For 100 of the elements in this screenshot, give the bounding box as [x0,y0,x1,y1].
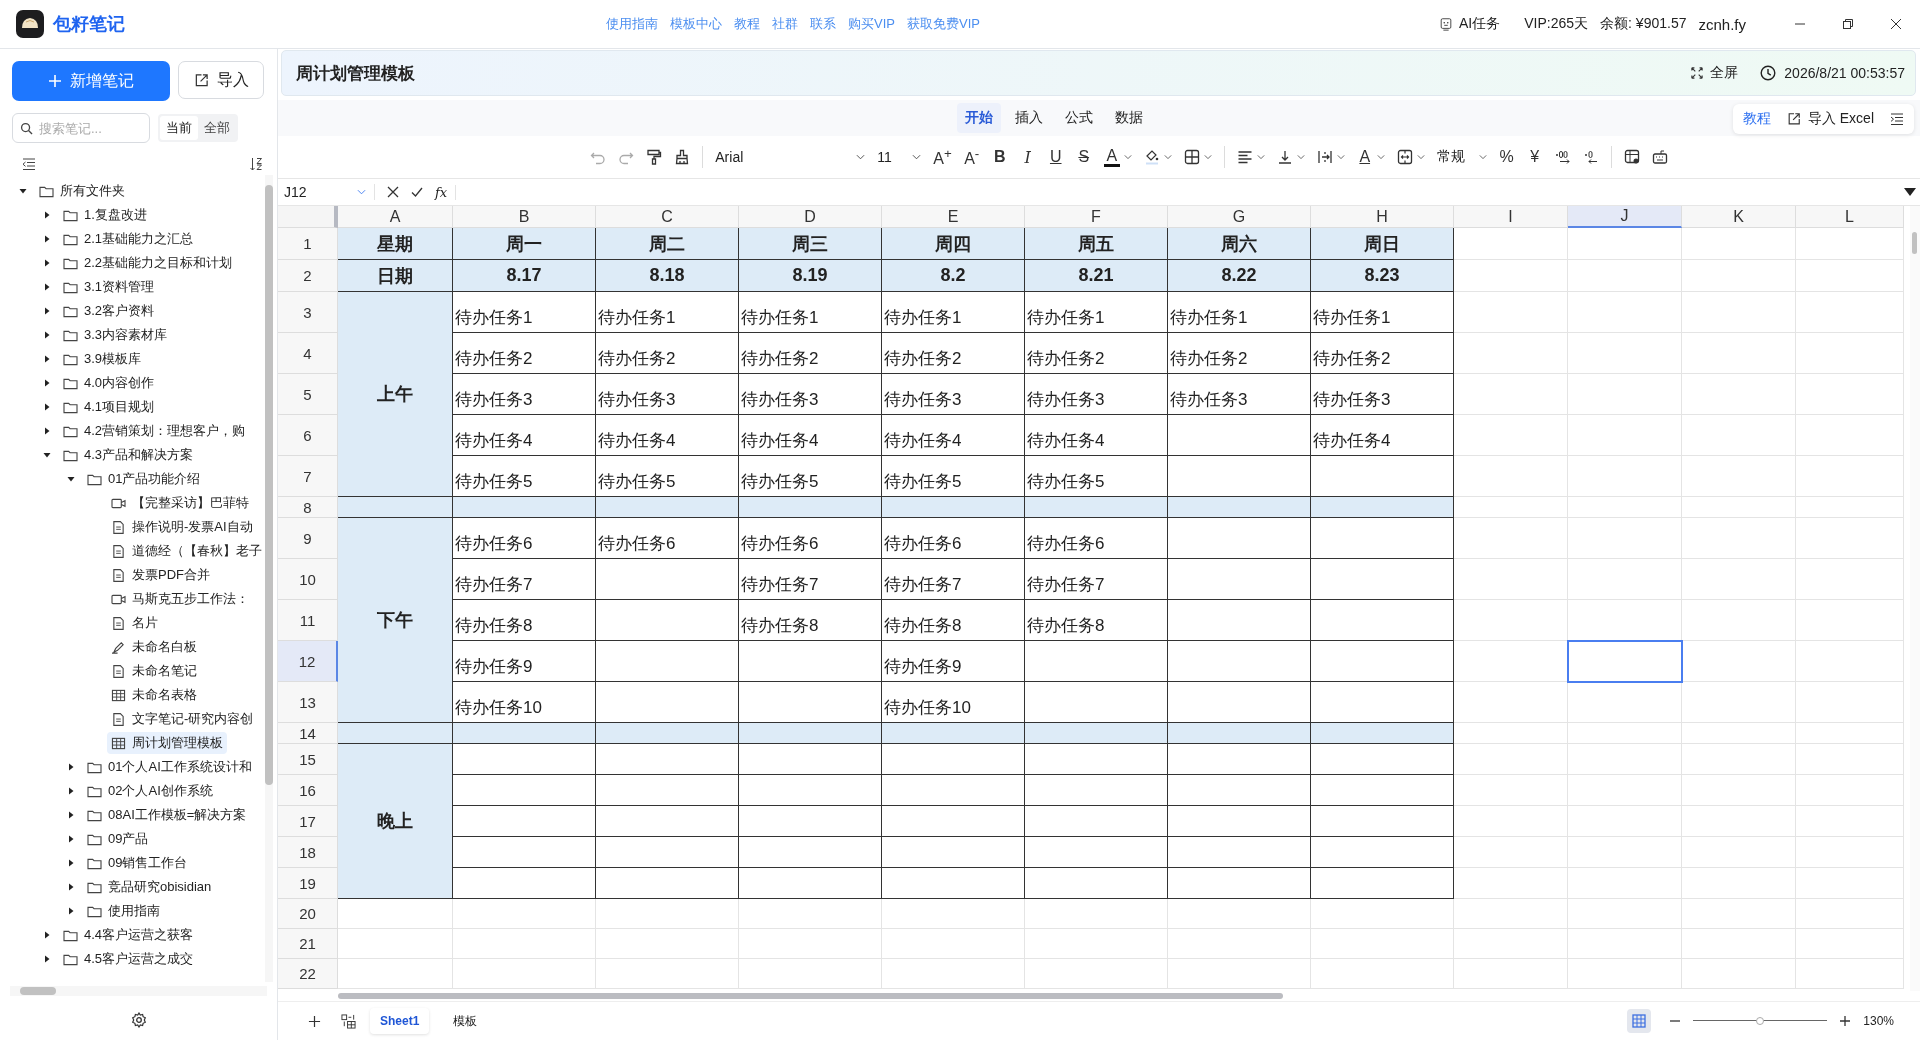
fill-color-icon[interactable] [1143,149,1160,165]
ribbon-tab[interactable]: 公式 [1057,103,1101,133]
tree-item[interactable]: 周计划管理模板 [107,732,227,754]
row-header[interactable]: 13 [278,682,338,723]
nav-link[interactable]: 模板中心 [670,15,722,33]
row-header[interactable]: 11 [278,600,338,641]
caret-icon[interactable] [42,450,52,460]
function-button[interactable]: fx [435,184,457,200]
tree-item[interactable]: 未命名白板 [107,636,201,658]
font-size-select[interactable]: 11 [877,149,922,165]
close-icon[interactable] [1890,18,1902,30]
caret-icon[interactable] [42,426,52,436]
tree-item[interactable]: 马斯克五步工作法： [107,588,253,610]
tree-item[interactable]: 1.复盘改进 [59,204,151,226]
fullscreen-button[interactable]: 全屏 [1691,64,1739,82]
tree-item[interactable]: 3.1资料管理 [59,276,159,298]
column-header[interactable]: I [1454,206,1568,228]
caret-icon[interactable] [42,258,52,268]
caret-icon[interactable] [42,306,52,316]
align-bottom-icon[interactable] [1276,149,1293,165]
selected-cell-outline[interactable] [1567,640,1683,683]
underline-button[interactable]: U [1047,148,1064,166]
row-header[interactable]: 2 [278,260,338,292]
tree-item[interactable]: 所有文件夹 [35,180,129,202]
tree-item[interactable]: 4.0内容创作 [59,372,159,394]
tree-item[interactable]: 09产品 [83,828,153,850]
restore-icon[interactable] [1842,18,1854,30]
collapse-all-icon[interactable] [22,157,36,171]
confirm-icon[interactable] [411,186,423,198]
caret-icon[interactable] [66,906,76,916]
sheet-tab[interactable]: 模板 [443,1006,488,1036]
column-header[interactable]: H [1311,206,1454,228]
caret-icon[interactable] [42,330,52,340]
grid-view-icon[interactable] [1627,1009,1652,1033]
caret-icon[interactable] [66,474,76,484]
tree-item[interactable]: 未命名笔记 [107,660,201,682]
decrease-decimal-icon[interactable] [1582,149,1599,165]
column-header[interactable]: D [739,206,882,228]
tree-item[interactable]: 4.3产品和解决方案 [59,444,198,466]
row-header[interactable]: 4 [278,333,338,374]
tree-item[interactable]: 4.5客户运营之成交 [59,948,198,970]
caret-icon[interactable] [66,834,76,844]
column-header[interactable]: F [1025,206,1168,228]
merge-cells-icon[interactable] [1396,149,1413,165]
tutorial-link[interactable]: 教程 [1742,110,1771,128]
column-header[interactable]: L [1796,206,1904,228]
row-header[interactable]: 7 [278,456,338,497]
settings-icon[interactable] [130,1012,147,1028]
tree-item[interactable]: 01产品功能介绍 [83,468,205,490]
conditional-format-icon[interactable] [1623,149,1640,165]
tree-item[interactable]: 3.3内容素材库 [59,324,172,346]
decrease-font-button[interactable]: A$^{-}$ [963,145,980,169]
tree-item[interactable]: 4.4客户运营之获客 [59,924,198,946]
currency-button[interactable]: ¥ [1526,148,1543,166]
import-button[interactable]: 导入 [178,61,264,99]
row-header[interactable]: 20 [278,899,338,929]
tree-item[interactable]: 02个人AI创作系统 [83,780,217,802]
caret-icon[interactable] [42,234,52,244]
tree-item[interactable]: 01个人AI工作系统设计和 [83,756,256,778]
tree-item[interactable]: 使用指南 [83,900,164,922]
percent-button[interactable]: % [1498,148,1515,166]
caret-icon[interactable] [42,954,52,964]
row-header[interactable]: 22 [278,959,338,989]
scrollbar[interactable] [338,993,1283,999]
caret-icon[interactable] [42,354,52,364]
caret-icon[interactable] [66,786,76,796]
row-header[interactable]: 9 [278,518,338,559]
scrollbar[interactable] [10,986,267,996]
add-sheet-icon[interactable] [308,1014,321,1028]
ribbon-tab[interactable]: 开始 [957,103,1001,133]
caret-icon[interactable] [42,282,52,292]
tree-item[interactable]: 【完整采访】巴菲特 [107,492,253,514]
row-header[interactable]: 18 [278,837,338,868]
row-header[interactable]: 12 [278,641,338,682]
row-header[interactable]: 14 [278,723,338,744]
expand-icon[interactable] [1904,188,1916,196]
import-excel-button[interactable]: 导入 Excel [1786,110,1874,128]
caret-icon[interactable] [66,762,76,772]
search-field[interactable]: 搜索笔记... [12,113,150,143]
cancel-icon[interactable] [387,186,399,198]
user-name[interactable]: zcnh.fy [1698,15,1746,33]
strikethrough-button[interactable]: S [1075,148,1092,166]
sort-icon[interactable] [249,157,263,171]
scope-toggle[interactable]: 全部 [198,116,236,140]
row-header[interactable]: 15 [278,744,338,775]
align-left-icon[interactable] [1236,149,1253,165]
column-header[interactable]: E [882,206,1025,228]
row-header[interactable]: 10 [278,559,338,600]
row-header[interactable]: 8 [278,497,338,518]
font-select[interactable]: Arial [715,149,866,165]
format-painter-icon[interactable] [646,149,663,165]
increase-font-button[interactable]: A$^{+}$ [933,145,952,169]
ai-task-button[interactable]: AI任务 [1439,15,1501,33]
row-header[interactable]: 19 [278,868,338,899]
text-rotate-button[interactable]: A [1356,148,1373,166]
wrap-text-icon[interactable] [1316,149,1333,165]
slider-thumb[interactable] [1756,1017,1765,1025]
number-format-select[interactable]: 常规 [1436,148,1487,166]
caret-icon[interactable] [42,210,52,220]
row-header[interactable]: 21 [278,929,338,959]
